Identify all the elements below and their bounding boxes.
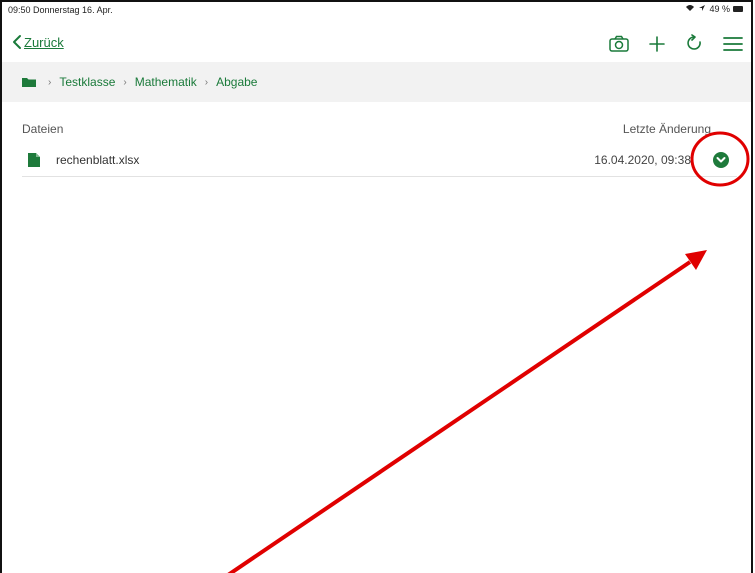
breadcrumb-separator-icon: ›	[48, 76, 52, 88]
back-label: Zurück	[24, 34, 64, 50]
chevron-down-icon	[716, 157, 726, 163]
file-modified-date: 16.04.2020, 09:38	[594, 153, 691, 167]
breadcrumb-item-mathematik[interactable]: Mathematik	[135, 75, 197, 89]
table-header: Dateien Letzte Änderung	[22, 122, 711, 140]
status-indicators: 49 %	[685, 4, 743, 14]
camera-icon[interactable]	[607, 32, 631, 56]
location-icon	[698, 4, 706, 14]
chevron-left-icon	[13, 35, 21, 49]
refresh-icon[interactable]	[683, 32, 707, 56]
status-bar: 09:50 Donnerstag 16. Apr. 49 %	[2, 2, 751, 18]
battery-percent: 49 %	[709, 4, 730, 14]
file-icon	[28, 153, 40, 170]
breadcrumb-item-abgabe[interactable]: Abgabe	[216, 75, 257, 89]
breadcrumb-item-testklasse[interactable]: Testklasse	[59, 75, 115, 89]
column-header-modified[interactable]: Letzte Änderung	[623, 122, 711, 136]
breadcrumb-separator-icon: ›	[123, 76, 127, 88]
annotation-arrow-head	[685, 250, 707, 270]
menu-icon[interactable]	[721, 32, 745, 56]
wifi-icon	[685, 4, 695, 14]
plus-icon[interactable]	[645, 32, 669, 56]
annotation-arrow-line	[227, 260, 692, 573]
breadcrumb: › Testklasse › Mathematik › Abgabe	[2, 62, 751, 102]
table-row[interactable]: rechenblatt.xlsx 16.04.2020, 09:38	[22, 144, 737, 177]
file-name[interactable]: rechenblatt.xlsx	[56, 153, 139, 167]
back-button[interactable]: Zurück	[12, 34, 64, 50]
toolbar-actions	[607, 32, 745, 56]
expand-options-button[interactable]	[713, 152, 729, 168]
breadcrumb-separator-icon: ›	[204, 76, 209, 88]
battery-icon	[733, 6, 743, 12]
column-header-files[interactable]: Dateien	[22, 122, 63, 136]
app-window: 09:50 Donnerstag 16. Apr. 49 % Zurück › …	[0, 0, 753, 573]
folder-icon[interactable]	[22, 77, 36, 87]
status-time-date: 09:50 Donnerstag 16. Apr.	[8, 5, 113, 15]
